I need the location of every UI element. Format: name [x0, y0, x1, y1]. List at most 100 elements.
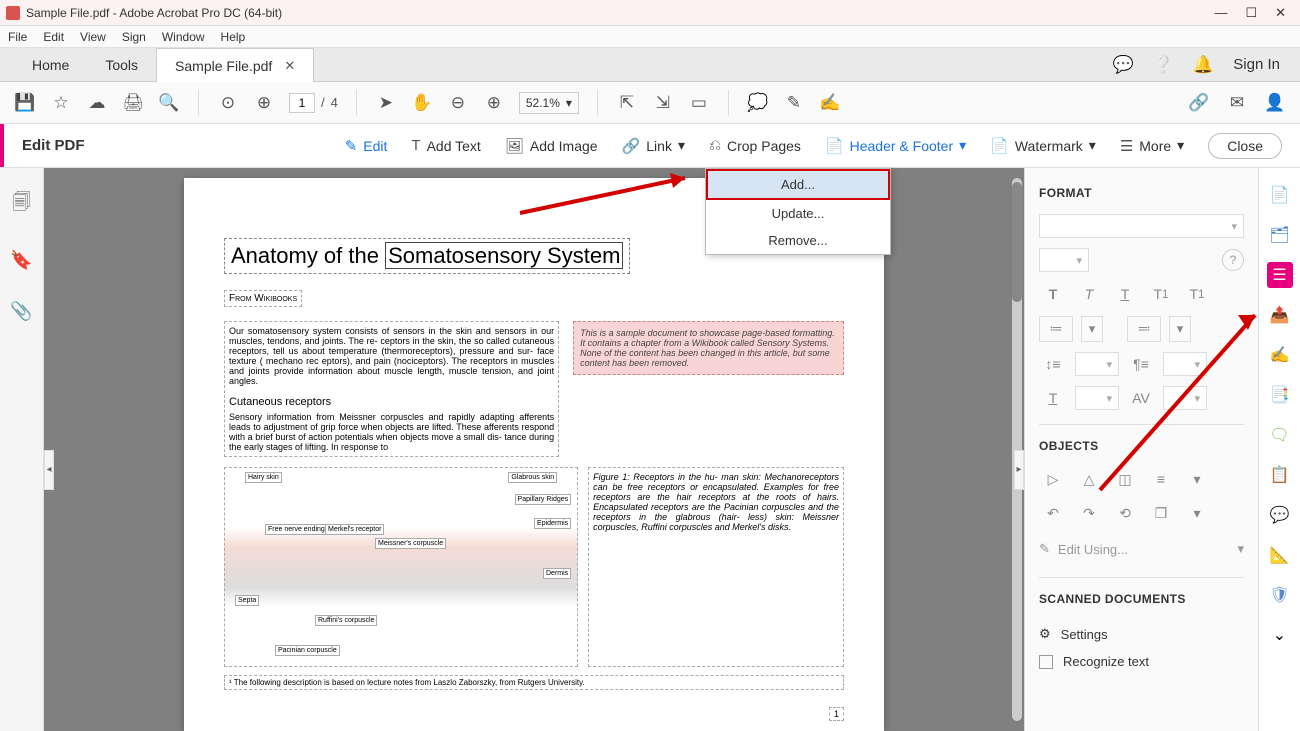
left-collapse-handle[interactable]: ◂ [44, 450, 54, 490]
crop-pages-tool[interactable]: ⎌Crop Pages [697, 124, 813, 168]
notification-message-icon[interactable]: 💬 [1113, 55, 1133, 75]
star-icon[interactable]: ☆ [50, 92, 72, 114]
zoom-in-icon[interactable]: ⊕ [483, 92, 505, 114]
line-spacing-button[interactable]: ↕≡ [1039, 352, 1067, 376]
paragraph-spacing-button[interactable]: ¶≡ [1127, 352, 1155, 376]
save-icon[interactable]: 💾 [14, 92, 36, 114]
bullet-list-style-dropdown[interactable]: ▾ [1081, 316, 1103, 342]
dropdown-add[interactable]: Add... [706, 169, 890, 200]
fill-sign-icon[interactable]: ✍ [1267, 342, 1293, 368]
thumbnails-icon[interactable]: 🗐 [13, 190, 31, 220]
align-button[interactable]: ≡ [1147, 467, 1175, 491]
share-link-icon[interactable]: 🔗 [1188, 92, 1210, 114]
add-text-tool[interactable]: TAdd Text [399, 124, 492, 168]
doc-footnote[interactable]: ¹ The following description is based on … [224, 675, 844, 690]
dropdown-remove[interactable]: Remove... [706, 227, 890, 254]
cloud-upload-icon[interactable]: ☁ [86, 92, 108, 114]
text-color-dropdown[interactable]: ▾ [1075, 386, 1119, 410]
arrange-button[interactable]: ❐ [1147, 501, 1175, 525]
paragraph-spacing-dropdown[interactable]: ▾ [1163, 352, 1207, 376]
send-comments-icon[interactable]: 🗨 [1267, 422, 1293, 448]
more-tools-chevron-icon[interactable]: ⌄ [1267, 622, 1293, 648]
align-dropdown-icon[interactable]: ▾ [1183, 467, 1211, 491]
doc-body-column[interactable]: Our somatosensory system consists of sen… [224, 321, 559, 457]
superscript-button[interactable]: T1 [1147, 282, 1175, 306]
numbered-list-button[interactable]: ≕ [1127, 316, 1161, 342]
organize-pages-icon[interactable]: 📑 [1267, 382, 1293, 408]
dropdown-update[interactable]: Update... [706, 200, 890, 227]
rotate-left-button[interactable]: ↶ [1039, 501, 1067, 525]
highlight-icon[interactable]: ✎ [783, 92, 805, 114]
recognize-text-row[interactable]: Recognize text [1039, 648, 1244, 675]
menu-help[interactable]: Help [221, 30, 246, 44]
close-tab-icon[interactable]: ✕ [284, 58, 295, 74]
header-footer-tool[interactable]: 📄Header & Footer ▾ [813, 124, 978, 168]
bullet-list-button[interactable]: ≔ [1039, 316, 1073, 342]
search-icon[interactable]: 🔍 [158, 92, 180, 114]
read-mode-icon[interactable]: ▭ [688, 92, 710, 114]
subscript-button[interactable]: T1 [1183, 282, 1211, 306]
rotate-right-button[interactable]: ↷ [1075, 501, 1103, 525]
font-family-dropdown[interactable]: ▾ [1039, 214, 1244, 238]
more-tool[interactable]: ☰More ▾ [1108, 124, 1196, 168]
underline-button[interactable]: T [1111, 282, 1139, 306]
bell-icon[interactable]: 🔔 [1193, 55, 1213, 75]
help-circle-icon[interactable]: ? [1222, 249, 1244, 271]
combine-files-icon[interactable]: 🗂 [1267, 222, 1293, 248]
maximize-button[interactable]: ☐ [1245, 5, 1257, 21]
watermark-tool[interactable]: 📄Watermark ▾ [978, 124, 1108, 168]
char-spacing-button[interactable]: AV [1127, 386, 1155, 410]
doc-callout-box[interactable]: This is a sample document to showcase pa… [573, 321, 844, 375]
edit-using-row[interactable]: ✎ Edit Using... ▾ [1039, 535, 1244, 563]
menu-file[interactable]: File [8, 30, 27, 44]
font-size-dropdown[interactable]: ▾ [1039, 248, 1089, 272]
close-edit-button[interactable]: Close [1208, 133, 1282, 159]
arrange-dropdown-icon[interactable]: ▾ [1183, 501, 1211, 525]
page-current-input[interactable] [289, 93, 315, 113]
create-pdf-icon[interactable]: 📄 [1267, 182, 1293, 208]
zoom-level[interactable]: 52.1% ▾ [519, 92, 579, 114]
edit-pdf-tool-icon[interactable]: ☰ [1267, 262, 1293, 288]
zoom-out-icon[interactable]: ⊖ [447, 92, 469, 114]
line-spacing-dropdown[interactable]: ▾ [1075, 352, 1119, 376]
replace-image-button[interactable]: ⟲ [1111, 501, 1139, 525]
menu-view[interactable]: View [80, 30, 106, 44]
right-collapse-handle[interactable]: ▸ [1014, 450, 1024, 490]
fit-width-icon[interactable]: ⇱ [616, 92, 638, 114]
menu-sign[interactable]: Sign [122, 30, 146, 44]
add-image-tool[interactable]: 🖼Add Image [493, 124, 610, 168]
email-icon[interactable]: ✉ [1226, 92, 1248, 114]
doc-figure-caption[interactable]: Figure 1: Receptors in the hu- man skin:… [588, 467, 844, 667]
page-up-icon[interactable]: ⊙ [217, 92, 239, 114]
hand-pan-icon[interactable]: ✋ [411, 92, 433, 114]
tab-document[interactable]: Sample File.pdf ✕ [156, 48, 314, 82]
char-spacing-dropdown[interactable]: ▾ [1163, 386, 1207, 410]
scrollbar-thumb[interactable] [1012, 182, 1022, 302]
fit-page-icon[interactable]: ⇲ [652, 92, 674, 114]
checkbox-icon[interactable] [1039, 655, 1053, 669]
numbered-list-style-dropdown[interactable]: ▾ [1169, 316, 1191, 342]
link-tool[interactable]: 🔗Link ▾ [610, 124, 697, 168]
measure-icon[interactable]: 📐 [1267, 542, 1293, 568]
print-icon[interactable]: 🖨 [122, 92, 144, 114]
selection-arrow-icon[interactable]: ➤ [375, 92, 397, 114]
sign-in-button[interactable]: Sign In [1233, 56, 1280, 73]
doc-figure[interactable]: Hairy skin Glabrous skin Papillary Ridge… [224, 467, 578, 667]
settings-row[interactable]: ⚙ Settings [1039, 620, 1244, 648]
comment-tool-icon[interactable]: 📋 [1267, 462, 1293, 488]
menu-edit[interactable]: Edit [43, 30, 64, 44]
text-color-button[interactable]: T [1039, 386, 1067, 410]
doc-subtitle[interactable]: From Wikibooks [224, 290, 302, 307]
close-window-button[interactable]: ✕ [1275, 5, 1286, 21]
flip-vertical-button[interactable]: △ [1075, 467, 1103, 491]
flip-horizontal-button[interactable]: ▷ [1039, 467, 1067, 491]
doc-title[interactable]: Anatomy of the Somatosensory System [224, 238, 630, 274]
edit-tool[interactable]: ✎Edit [333, 124, 400, 168]
italic-button[interactable]: T [1075, 282, 1103, 306]
protect-icon[interactable]: 🛡 [1267, 582, 1293, 608]
export-pdf-icon[interactable]: 📤 [1267, 302, 1293, 328]
minimize-button[interactable]: — [1214, 5, 1227, 21]
page-down-icon[interactable]: ⊕ [253, 92, 275, 114]
stamp-icon[interactable]: 💬 [1267, 502, 1293, 528]
menu-window[interactable]: Window [162, 30, 205, 44]
